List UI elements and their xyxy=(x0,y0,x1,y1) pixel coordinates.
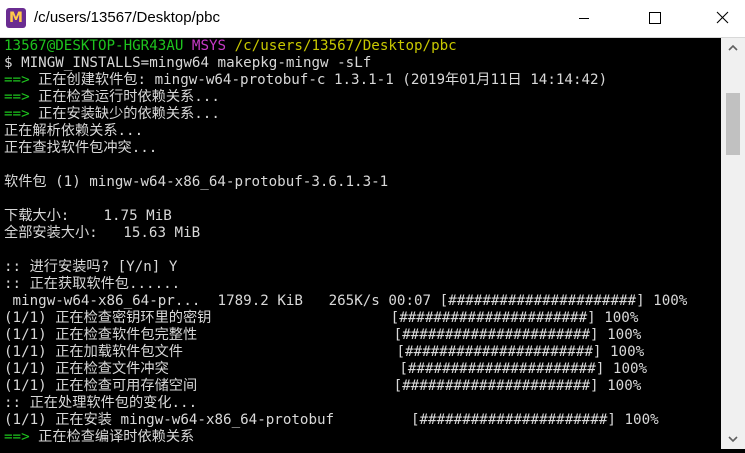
output-line: :: 进行安装吗? [Y/n] Y xyxy=(4,259,178,275)
output-line: 正在解析依赖关系... xyxy=(4,123,144,139)
vertical-scrollbar[interactable] xyxy=(721,38,745,449)
output-line: 软件包 (1) mingw-w64-x86_64-protobuf-3.6.1.… xyxy=(4,174,389,190)
arrow-marker: ==> xyxy=(4,72,39,88)
progress-line: (1/1) 正在检查文件冲突 [######################] … xyxy=(4,361,648,377)
prompt-user-host: 13567@DESKTOP-HGR43AU xyxy=(4,38,184,54)
output-line: ==> 正在检查编译时依赖关系 xyxy=(4,429,194,446)
minimize-button[interactable] xyxy=(561,0,607,37)
terminal-output[interactable]: 13567@DESKTOP-HGR43AU MSYS /c/users/1356… xyxy=(2,38,720,448)
maximize-button[interactable] xyxy=(631,0,677,37)
progress-line: mingw-w64-x86_64-pr... 1789.2 KiB 265K/s… xyxy=(4,293,688,309)
window-title: /c/users/13567/Desktop/pbc xyxy=(34,9,220,26)
output-line: 下载大小: 1.75 MiB xyxy=(4,208,172,224)
output-text: 正在检查编译时依赖关系 xyxy=(38,429,195,445)
scroll-thumb[interactable] xyxy=(726,93,740,155)
close-icon xyxy=(716,11,729,24)
arrow-marker: ==> xyxy=(4,429,39,445)
output-text: 正在安装缺少的依赖关系... xyxy=(38,106,220,122)
output-line: 全部安装大小: 15.63 MiB xyxy=(4,225,201,241)
output-line: :: 正在获取软件包...... xyxy=(4,276,181,292)
output-line: ==> 正在检查运行时依赖关系... xyxy=(4,89,220,106)
scroll-down-button[interactable] xyxy=(721,429,745,449)
arrow-marker: ==> xyxy=(4,106,39,122)
scroll-down-arrow-icon xyxy=(728,436,738,443)
output-line: 正在查找软件包冲突... xyxy=(4,140,158,156)
command-line: $ MINGW_INSTALLS=mingw64 makepkg-mingw -… xyxy=(4,55,372,71)
terminal-window: M /c/users/13567/Desktop/pbc 13567@DESKT… xyxy=(0,0,745,449)
title-bar[interactable]: M /c/users/13567/Desktop/pbc xyxy=(0,0,745,38)
maximize-icon xyxy=(649,12,661,24)
prompt-line: 13567@DESKTOP-HGR43AU MSYS /c/users/1356… xyxy=(4,38,457,55)
output-text: 正在创建软件包: mingw-w64-protobuf-c 1.3.1-1 (2… xyxy=(38,72,608,88)
arrow-marker: ==> xyxy=(4,89,39,105)
msys2-icon[interactable]: M xyxy=(6,8,26,28)
output-line: ==> 正在创建软件包: mingw-w64-protobuf-c 1.3.1-… xyxy=(4,72,607,89)
progress-line: (1/1) 正在检查可用存储空间 [######################… xyxy=(4,378,642,394)
prompt-shell: MSYS xyxy=(191,38,227,54)
progress-line: (1/1) 正在检查密钥环里的密钥 [#####################… xyxy=(4,310,639,326)
output-line: :: 正在处理软件包的变化... xyxy=(4,395,198,411)
output-line: ==> 正在安装缺少的依赖关系... xyxy=(4,106,220,123)
output-text: 正在检查运行时依赖关系... xyxy=(38,89,220,105)
close-button[interactable] xyxy=(699,0,745,37)
scroll-up-arrow-icon xyxy=(728,44,738,51)
minimize-icon xyxy=(579,18,589,19)
progress-line: (1/1) 正在加载软件包文件 [######################]… xyxy=(4,344,645,360)
prompt-path: /c/users/13567/Desktop/pbc xyxy=(234,38,457,54)
progress-line: (1/1) 正在检查软件包完整性 [######################… xyxy=(4,327,642,343)
progress-line: (1/1) 正在安装 mingw-w64-x86_64-protobuf [##… xyxy=(4,412,659,428)
scroll-up-button[interactable] xyxy=(721,38,745,58)
